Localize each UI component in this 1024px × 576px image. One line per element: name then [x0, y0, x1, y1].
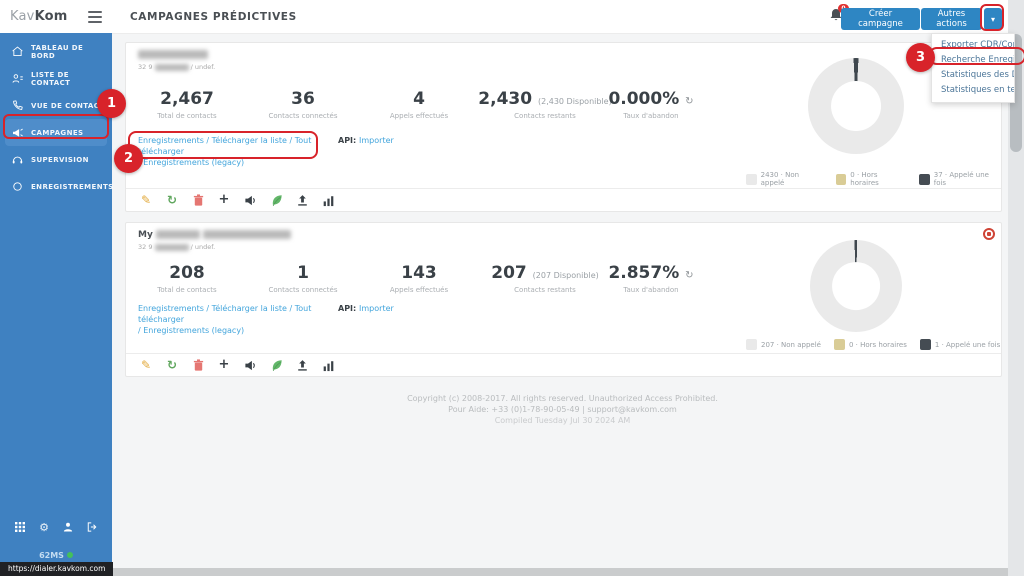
sidebar-item-campagnes[interactable]: CAMPAGNES	[5, 119, 107, 146]
logout-icon[interactable]	[85, 520, 99, 534]
upload-icon[interactable]	[295, 193, 309, 207]
headset-icon	[11, 153, 24, 166]
compiled-line: Compiled Tuesday Jul 30 2024 AM	[125, 415, 1000, 426]
status-green-dot	[67, 552, 73, 558]
other-actions-button[interactable]: Autres actions	[921, 8, 982, 30]
menu-item-recherche-enregistrements[interactable]: Recherche Enregistrements	[932, 53, 1014, 68]
keypad-icon[interactable]	[13, 520, 27, 534]
menu-item-statistiques-temps-reel[interactable]: Statistiques en temps réel	[932, 83, 1014, 98]
donut-legend: 207 · Non appelé 0 · Hors horaires 1 · A…	[746, 339, 1000, 350]
sidebar-item-liste-de-contact[interactable]: LISTE DE CONTACT	[5, 65, 107, 92]
latency-indicator: 62MS	[0, 551, 112, 560]
call-status-donut-chart	[810, 240, 902, 332]
campaign-title-redacted	[138, 50, 208, 60]
other-actions-menu: Exporter CDR/Contacts Recherche Enregist…	[931, 33, 1015, 103]
contact-view-phone-icon	[11, 99, 24, 112]
chevron-down-icon: ▾	[991, 15, 995, 24]
browser-status-url: https://dialer.kavkom.com	[0, 562, 113, 576]
bottom-edge-strip	[0, 568, 1024, 576]
sidebar-footer-icons: ⚙	[0, 520, 112, 534]
kavkom-logo: KavKom	[10, 9, 68, 24]
page-footer: Copyright (c) 2008-2017. All rights rese…	[125, 393, 1000, 426]
app-window: KavKom TABLEAU DE BORD LISTE DE CONTACT …	[0, 0, 1024, 576]
plus-icon[interactable]: +	[217, 193, 231, 207]
campaign-subtitle: 32 9 / undef.	[138, 63, 215, 71]
campaign-links[interactable]: Enregistrements / Télécharger la liste /…	[138, 135, 333, 168]
create-campaign-button[interactable]: Créer campagne	[841, 8, 920, 30]
api-import: API: Importer	[338, 136, 394, 145]
donut-legend: 2430 · Non appelé 0 · Hors horaires 37 ·…	[746, 171, 1001, 187]
leaf-icon[interactable]	[269, 358, 283, 372]
bar-chart-icon[interactable]	[321, 358, 335, 372]
leaf-icon[interactable]	[269, 193, 283, 207]
dashboard-home-icon	[11, 45, 24, 58]
sidebar-item-tableau-de-bord[interactable]: TABLEAU DE BORD	[5, 38, 107, 65]
stat-taux-abandon: 2.857% ↻ Taux d'abandon	[576, 263, 726, 294]
record-circle-icon	[11, 180, 24, 193]
page-title: CAMPAGNES PRÉDICTIVES	[130, 11, 297, 23]
legend-swatch-hors-horaires	[836, 174, 847, 185]
speaker-icon[interactable]	[243, 358, 257, 372]
sidebar-item-supervision[interactable]: SUPERVISION	[5, 146, 107, 173]
legend-swatch-hors-horaires	[834, 339, 845, 350]
speaker-icon[interactable]	[243, 193, 257, 207]
campaign-links[interactable]: Enregistrements / Télécharger la liste /…	[138, 303, 333, 336]
campaign-toolbar: ✎ ↻ +	[126, 353, 1001, 376]
bar-chart-icon[interactable]	[321, 193, 335, 207]
top-bar: CAMPAGNES PRÉDICTIVES 0 Créer campagne A…	[112, 0, 1024, 34]
campaign-subtitle: 32 9 / undef.	[138, 243, 215, 251]
edit-pencil-icon[interactable]: ✎	[139, 193, 153, 207]
refresh-icon[interactable]: ↻	[165, 193, 179, 207]
support-line: Pour Aide: +33 (0)1-78-90-05-49 | suppor…	[125, 404, 1000, 415]
contact-list-icon	[11, 72, 24, 85]
other-actions-caret-button[interactable]: ▾	[984, 8, 1002, 30]
menu-item-exporter-cdr[interactable]: Exporter CDR/Contacts	[932, 38, 1014, 53]
refresh-icon[interactable]: ↻	[165, 358, 179, 372]
call-status-donut-chart	[808, 58, 904, 154]
legend-swatch-appele-une-fois	[919, 174, 930, 185]
campaign-card-1: 32 9 / undef. 2,467 Total de contacts 36…	[125, 42, 1002, 212]
sidebar-nav: TABLEAU DE BORD LISTE DE CONTACT VUE DE …	[0, 38, 112, 200]
campaign-title-partial: My	[138, 230, 291, 240]
legend-swatch-non-appele	[746, 174, 757, 185]
campaign-card-2: My 32 9 / undef. 208 Total de contacts 1…	[125, 222, 1002, 377]
hamburger-menu-icon[interactable]	[88, 8, 102, 26]
edit-pencil-icon[interactable]: ✎	[139, 358, 153, 372]
api-import-link[interactable]: Importer	[359, 304, 394, 313]
refresh-rate-icon[interactable]: ↻	[685, 270, 693, 281]
trash-icon[interactable]	[191, 193, 205, 207]
trash-icon[interactable]	[191, 358, 205, 372]
plus-icon[interactable]: +	[217, 358, 231, 372]
stat-taux-abandon: 0.000% ↻ Taux d'abandon	[576, 89, 726, 120]
refresh-rate-icon[interactable]: ↻	[685, 96, 693, 107]
sidebar-item-enregistrements[interactable]: ENREGISTREMENTS	[5, 173, 107, 200]
stop-campaign-icon[interactable]	[983, 228, 995, 240]
menu-item-statistiques-did[interactable]: Statistiques des DID	[932, 68, 1014, 83]
legend-swatch-appele-une-fois	[920, 339, 931, 350]
sidebar: KavKom TABLEAU DE BORD LISTE DE CONTACT …	[0, 0, 112, 568]
upload-icon[interactable]	[295, 358, 309, 372]
logo-bar: KavKom	[0, 0, 112, 33]
megaphone-icon	[11, 126, 24, 139]
sidebar-item-vue-de-contact[interactable]: VUE DE CONTACT	[5, 92, 107, 119]
settings-gear-icon[interactable]: ⚙	[37, 520, 51, 534]
api-import: API: Importer	[338, 304, 394, 313]
copyright-line: Copyright (c) 2008-2017. All rights rese…	[125, 393, 1000, 404]
api-import-link[interactable]: Importer	[359, 136, 394, 145]
legend-swatch-non-appele	[746, 339, 757, 350]
user-icon[interactable]	[61, 520, 75, 534]
campaign-toolbar: ✎ ↻ +	[126, 188, 1001, 211]
